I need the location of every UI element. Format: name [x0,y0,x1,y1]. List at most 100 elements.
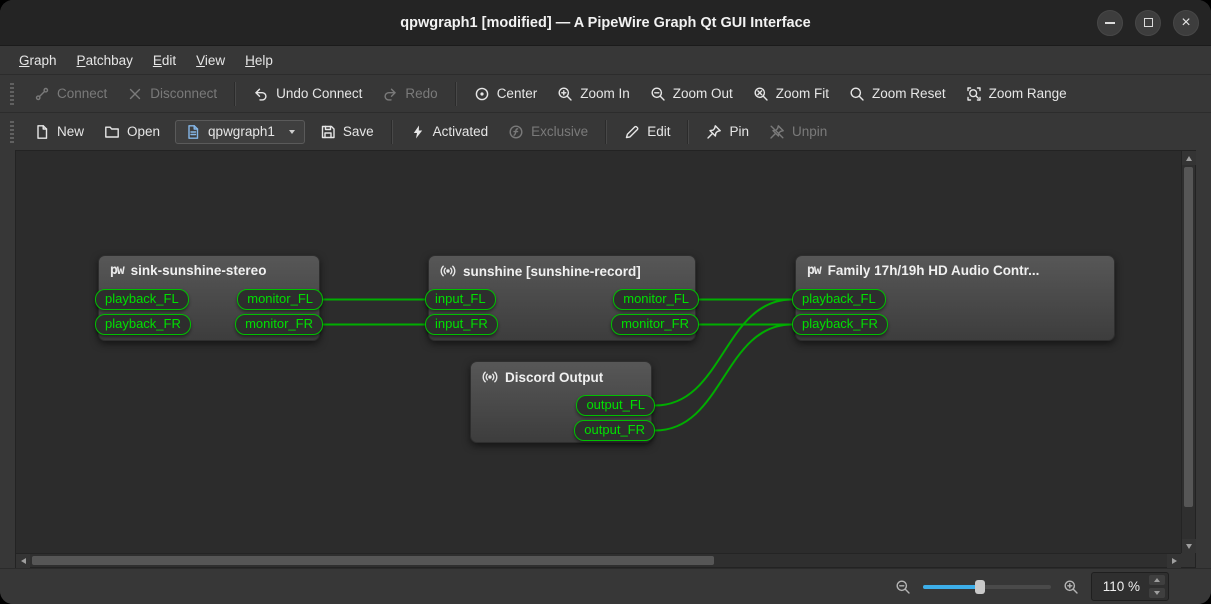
toolbar-button-unpin[interactable]: Unpin [760,119,836,145]
arrow-up-icon [1154,578,1160,582]
menu-view[interactable]: View [187,49,234,72]
zoom-value: 110 % [1103,579,1140,594]
zoom-out-icon[interactable] [895,579,911,595]
node-sink-sunshine-stereo[interactable]: pwsink-sunshine-stereo playback_FLplaybac… [98,255,320,341]
toolbar-button-save[interactable]: Save [311,119,383,145]
zoom-slider-handle[interactable] [975,580,985,594]
exclusive-icon [508,124,524,140]
port-sink-sunshine-stereo-monitor_fl[interactable]: monitor_FL [237,289,323,310]
zoom-reset-label: Zoom Reset [872,86,946,101]
zoom-in-icon[interactable] [1063,579,1079,595]
menu-patchbay[interactable]: Patchbay [68,49,142,72]
port-discord-output-output_fl[interactable]: output_FL [576,395,655,416]
horizontal-scroll-track[interactable] [30,554,1167,567]
node-discord-output[interactable]: Discord Output output_FL output_FR [470,361,652,443]
port-sink-sunshine-stereo-monitor_fr[interactable]: monitor_FR [235,314,323,335]
toolbar-button-zoom-reset[interactable]: Zoom Reset [840,81,955,107]
zoom-out-icon [650,86,666,102]
zoom-out-label: Zoom Out [673,86,733,101]
toolbar-separator [605,120,607,144]
toolbar-separator [234,82,236,106]
statusbar: 110 % [0,568,1211,604]
node-monitor-icon [482,369,498,385]
toolbar-button-pin[interactable]: Pin [697,119,758,145]
patchbay-select-combo[interactable]: qpwgraph1 [175,120,305,144]
port-family-hd-audio-playback_fl[interactable]: playback_FL [792,289,886,310]
port-sink-sunshine-stereo-playback_fl[interactable]: playback_FL [95,289,189,310]
node-title: Discord Output [505,370,603,385]
toolbar-button-exclusive[interactable]: Exclusive [499,119,597,145]
zoom-spinbox[interactable]: 110 % [1091,572,1169,601]
toolbar-button-connect[interactable]: Connect [25,81,116,107]
maximize-button[interactable] [1135,10,1161,36]
port-discord-output-output_fr[interactable]: output_FR [574,420,655,441]
node-header: pwFamily 17h/19h HD Audio Contr... [796,256,1114,285]
graph-viewport-frame: pwsink-sunshine-stereoplayback_FLplaybac… [15,150,1196,568]
toolbar-button-center[interactable]: Center [465,81,547,107]
close-icon [1181,15,1190,31]
zoom-fit-label: Zoom Fit [776,86,829,101]
graph-canvas[interactable]: pwsink-sunshine-stereoplayback_FLplaybac… [16,151,1181,553]
arrow-right-icon [1172,558,1177,564]
scroll-right-button[interactable] [1167,554,1181,568]
toolbar-button-undo-connect[interactable]: Undo Connect [244,81,371,107]
toolbar-button-zoom-fit[interactable]: Zoom Fit [744,81,838,107]
port-sunshine-input_fl[interactable]: input_FL [425,289,496,310]
zoom-reset-icon [849,86,865,102]
port-family-hd-audio-playback_fr[interactable]: playback_FR [792,314,888,335]
vertical-scroll-track[interactable] [1182,165,1195,539]
arrow-down-icon [1186,544,1192,549]
scrollbar-corner [1181,553,1195,567]
node-family-hd-audio[interactable]: pwFamily 17h/19h HD Audio Contr... playba… [795,255,1115,341]
disconnect-label: Disconnect [150,86,217,101]
zoom-slider[interactable] [923,579,1051,595]
port-sunshine-monitor_fl[interactable]: monitor_FL [613,289,699,310]
port-sink-sunshine-stereo-playback_fr[interactable]: playback_FR [95,314,191,335]
spinbox-steppers [1149,575,1165,598]
horizontal-scrollbar[interactable] [16,553,1181,567]
toolbar-button-zoom-range[interactable]: Zoom Range [957,81,1076,107]
patchbay-file-icon [185,124,201,140]
toolbar-button-zoom-out[interactable]: Zoom Out [641,81,742,107]
menu-help[interactable]: Help [236,49,282,72]
scroll-down-button[interactable] [1182,539,1196,553]
port-sunshine-input_fr[interactable]: input_FR [425,314,498,335]
zoom-step-up-button[interactable] [1149,575,1165,585]
menu-graph[interactable]: Graph [10,49,66,72]
save-label: Save [343,124,374,139]
save-icon [320,124,336,140]
toolbar-button-new[interactable]: New [25,119,93,145]
open-icon [104,124,120,140]
vertical-scroll-handle[interactable] [1184,167,1193,507]
node-monitor-icon [440,263,456,279]
horizontal-scroll-handle[interactable] [32,556,714,565]
connect-icon [34,86,50,102]
toolbar-grip[interactable] [10,121,14,143]
minimize-icon [1105,22,1115,24]
open-label: Open [127,124,160,139]
zoom-step-down-button[interactable] [1149,588,1165,598]
port-sunshine-monitor_fr[interactable]: monitor_FR [611,314,699,335]
toolbar-button-zoom-in[interactable]: Zoom In [548,81,639,107]
node-header: pwsink-sunshine-stereo [99,256,319,285]
minimize-button[interactable] [1097,10,1123,36]
scroll-up-button[interactable] [1182,151,1196,165]
menu-edit[interactable]: Edit [144,49,185,72]
toolbar-grip[interactable] [10,83,14,105]
vertical-scrollbar[interactable] [1181,151,1195,553]
node-title: Family 17h/19h HD Audio Contr... [828,263,1040,278]
toolbar-button-disconnect[interactable]: Disconnect [118,81,226,107]
zoom-fit-icon [753,86,769,102]
toolbar-button-redo[interactable]: Redo [373,81,446,107]
node-title: sunshine [sunshine-record] [463,264,641,279]
titlebar[interactable]: qpwgraph1 [modified] — A PipeWire Graph … [0,0,1211,46]
unpin-icon [769,124,785,140]
close-button[interactable] [1173,10,1199,36]
toolbar-separator [391,120,393,144]
toolbar-button-activated[interactable]: Activated [401,119,498,145]
scroll-left-button[interactable] [16,554,30,568]
toolbar-button-open[interactable]: Open [95,119,169,145]
toolbar-button-edit[interactable]: Edit [615,119,679,145]
new-label: New [57,124,84,139]
node-sunshine[interactable]: sunshine [sunshine-record] input_FL input_… [428,255,696,341]
